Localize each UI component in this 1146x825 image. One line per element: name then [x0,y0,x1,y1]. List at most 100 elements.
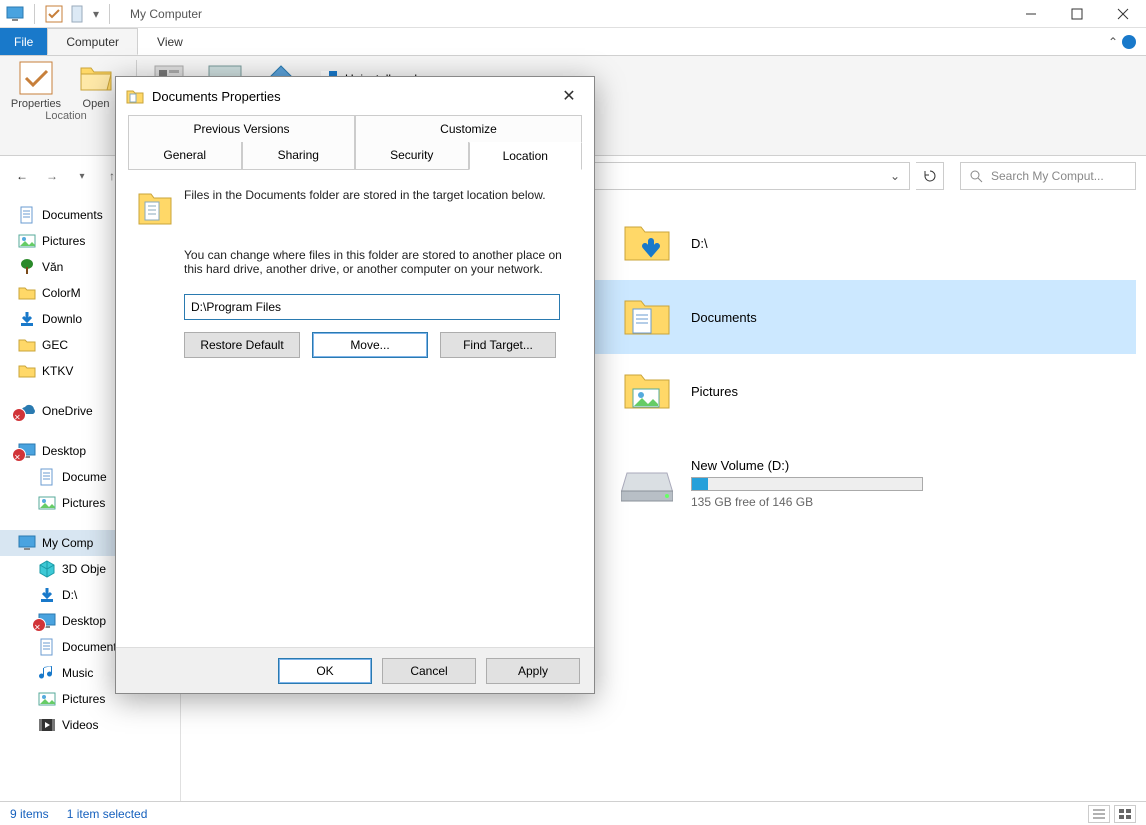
video-icon [38,716,56,734]
tree-item-label: Desktop [62,614,106,628]
quick-access-toolbar: ▾ [0,4,120,24]
qat-dropdown-icon[interactable]: ▾ [93,7,99,21]
tab-previous-versions[interactable]: Previous Versions [128,115,355,142]
pic-icon [38,690,56,708]
tab-sharing[interactable]: Sharing [242,142,356,170]
tree-item-label: GEC [42,338,68,352]
location-info-para: You can change where files in this folde… [184,248,572,276]
dlarrow-icon [18,310,36,328]
cancel-button[interactable]: Cancel [382,658,476,684]
pic-icon [18,232,36,250]
tree-item-label: OneDrive [42,404,93,418]
tree-icon [18,258,36,276]
dialog-titlebar[interactable]: Documents Properties ✕ [116,77,594,115]
collapse-ribbon-icon[interactable]: ⌃ [1108,35,1118,49]
folder-icon [18,362,36,380]
recent-dropdown[interactable]: ▾ [70,164,94,188]
monitor-icon [18,534,36,552]
tab-file[interactable]: File [0,28,47,55]
monitor-icon [38,612,56,630]
ok-button[interactable]: OK [278,658,372,684]
content-item-name: D:\ [691,236,708,251]
dialog-tabstrip: Previous Versions Customize General Shar… [116,115,594,170]
refresh-button[interactable] [916,162,944,190]
location-path-input[interactable] [184,294,560,320]
content-item-name: Pictures [691,384,738,399]
search-input[interactable]: Search My Comput... [960,162,1136,190]
restore-default-button[interactable]: Restore Default [184,332,300,358]
tree-item-label: KTKV [42,364,73,378]
properties-dialog: Documents Properties ✕ Previous Versions… [115,76,595,694]
close-button[interactable] [1100,0,1146,28]
back-button[interactable]: ← [10,164,34,188]
tree-item-label: Docume [62,470,107,484]
documents-folder-icon [138,188,172,228]
tab-location[interactable]: Location [469,142,583,170]
maximize-button[interactable] [1054,0,1100,28]
tree-item-label: Music [62,666,93,680]
tree-item-label: Pictures [42,234,85,248]
tree-item-label: My Comp [42,536,93,550]
folder-icon [621,291,673,343]
doc-icon [18,206,36,224]
tab-computer[interactable]: Computer [47,28,138,55]
tree-item-label: Documents [42,208,103,222]
folder-icon [621,365,673,417]
tree-item-label: 3D Obje [62,562,106,576]
page-icon[interactable] [69,5,87,23]
dialog-footer: OK Cancel Apply [116,647,594,693]
tree-item[interactable]: Videos [0,712,180,738]
tab-security[interactable]: Security [355,142,469,170]
drive-name: New Volume (D:) [691,458,923,473]
icons-view-button[interactable] [1114,805,1136,823]
ribbon-tabs: File Computer View ⌃ [0,28,1146,56]
pic-icon [38,494,56,512]
tree-item-label: Downlo [42,312,82,326]
folder-open-icon [78,60,114,96]
minimize-button[interactable] [1008,0,1054,28]
dialog-close-button[interactable]: ✕ [554,86,584,106]
tree-item-label: Pictures [62,692,105,706]
drive-free-text: 135 GB free of 146 GB [691,495,923,509]
properties-button[interactable]: Properties [6,60,66,110]
window-controls [1008,0,1146,28]
ribbon-group-location: Properties Open Location [0,60,132,126]
tab-view[interactable]: View [138,28,202,55]
tree-item-label: D:\ [62,588,77,602]
status-bar: 9 items 1 item selected [0,801,1146,825]
selection-count: 1 item selected [67,807,148,821]
address-dropdown-icon[interactable]: ⌄ [881,169,909,183]
help-icon[interactable] [1122,35,1136,49]
tree-item-label: Desktop [42,444,86,458]
location-info-text: Files in the Documents folder are stored… [184,188,546,228]
dialog-body: Files in the Documents folder are stored… [116,170,594,647]
monitor-icon [6,5,24,23]
tree-item-label: Pictures [62,496,105,510]
details-view-button[interactable] [1088,805,1110,823]
search-icon [969,169,983,183]
drive-icon [621,463,673,505]
apply-button[interactable]: Apply [486,658,580,684]
forward-button[interactable]: → [40,164,64,188]
checkbox-icon[interactable] [45,5,63,23]
move-button[interactable]: Move... [312,332,428,358]
drive-usage-bar [691,477,923,491]
refresh-icon [923,169,937,183]
item-count: 9 items [10,807,49,821]
doc-icon [38,638,56,656]
tree-item-label: Videos [62,718,98,732]
tab-customize[interactable]: Customize [355,115,582,142]
dlarrow-icon [38,586,56,604]
cube-icon [38,560,56,578]
find-target-button[interactable]: Find Target... [440,332,556,358]
music-icon [38,664,56,682]
tree-item-label: Documents [62,640,123,654]
tree-item-label: ColorM [42,286,81,300]
window-titlebar: ▾ My Computer [0,0,1146,28]
cloud-icon [18,402,36,420]
search-placeholder: Search My Comput... [991,169,1104,183]
checkmark-icon [18,60,54,96]
folder-icon [621,217,673,269]
folder-icon [18,284,36,302]
tab-general[interactable]: General [128,142,242,170]
